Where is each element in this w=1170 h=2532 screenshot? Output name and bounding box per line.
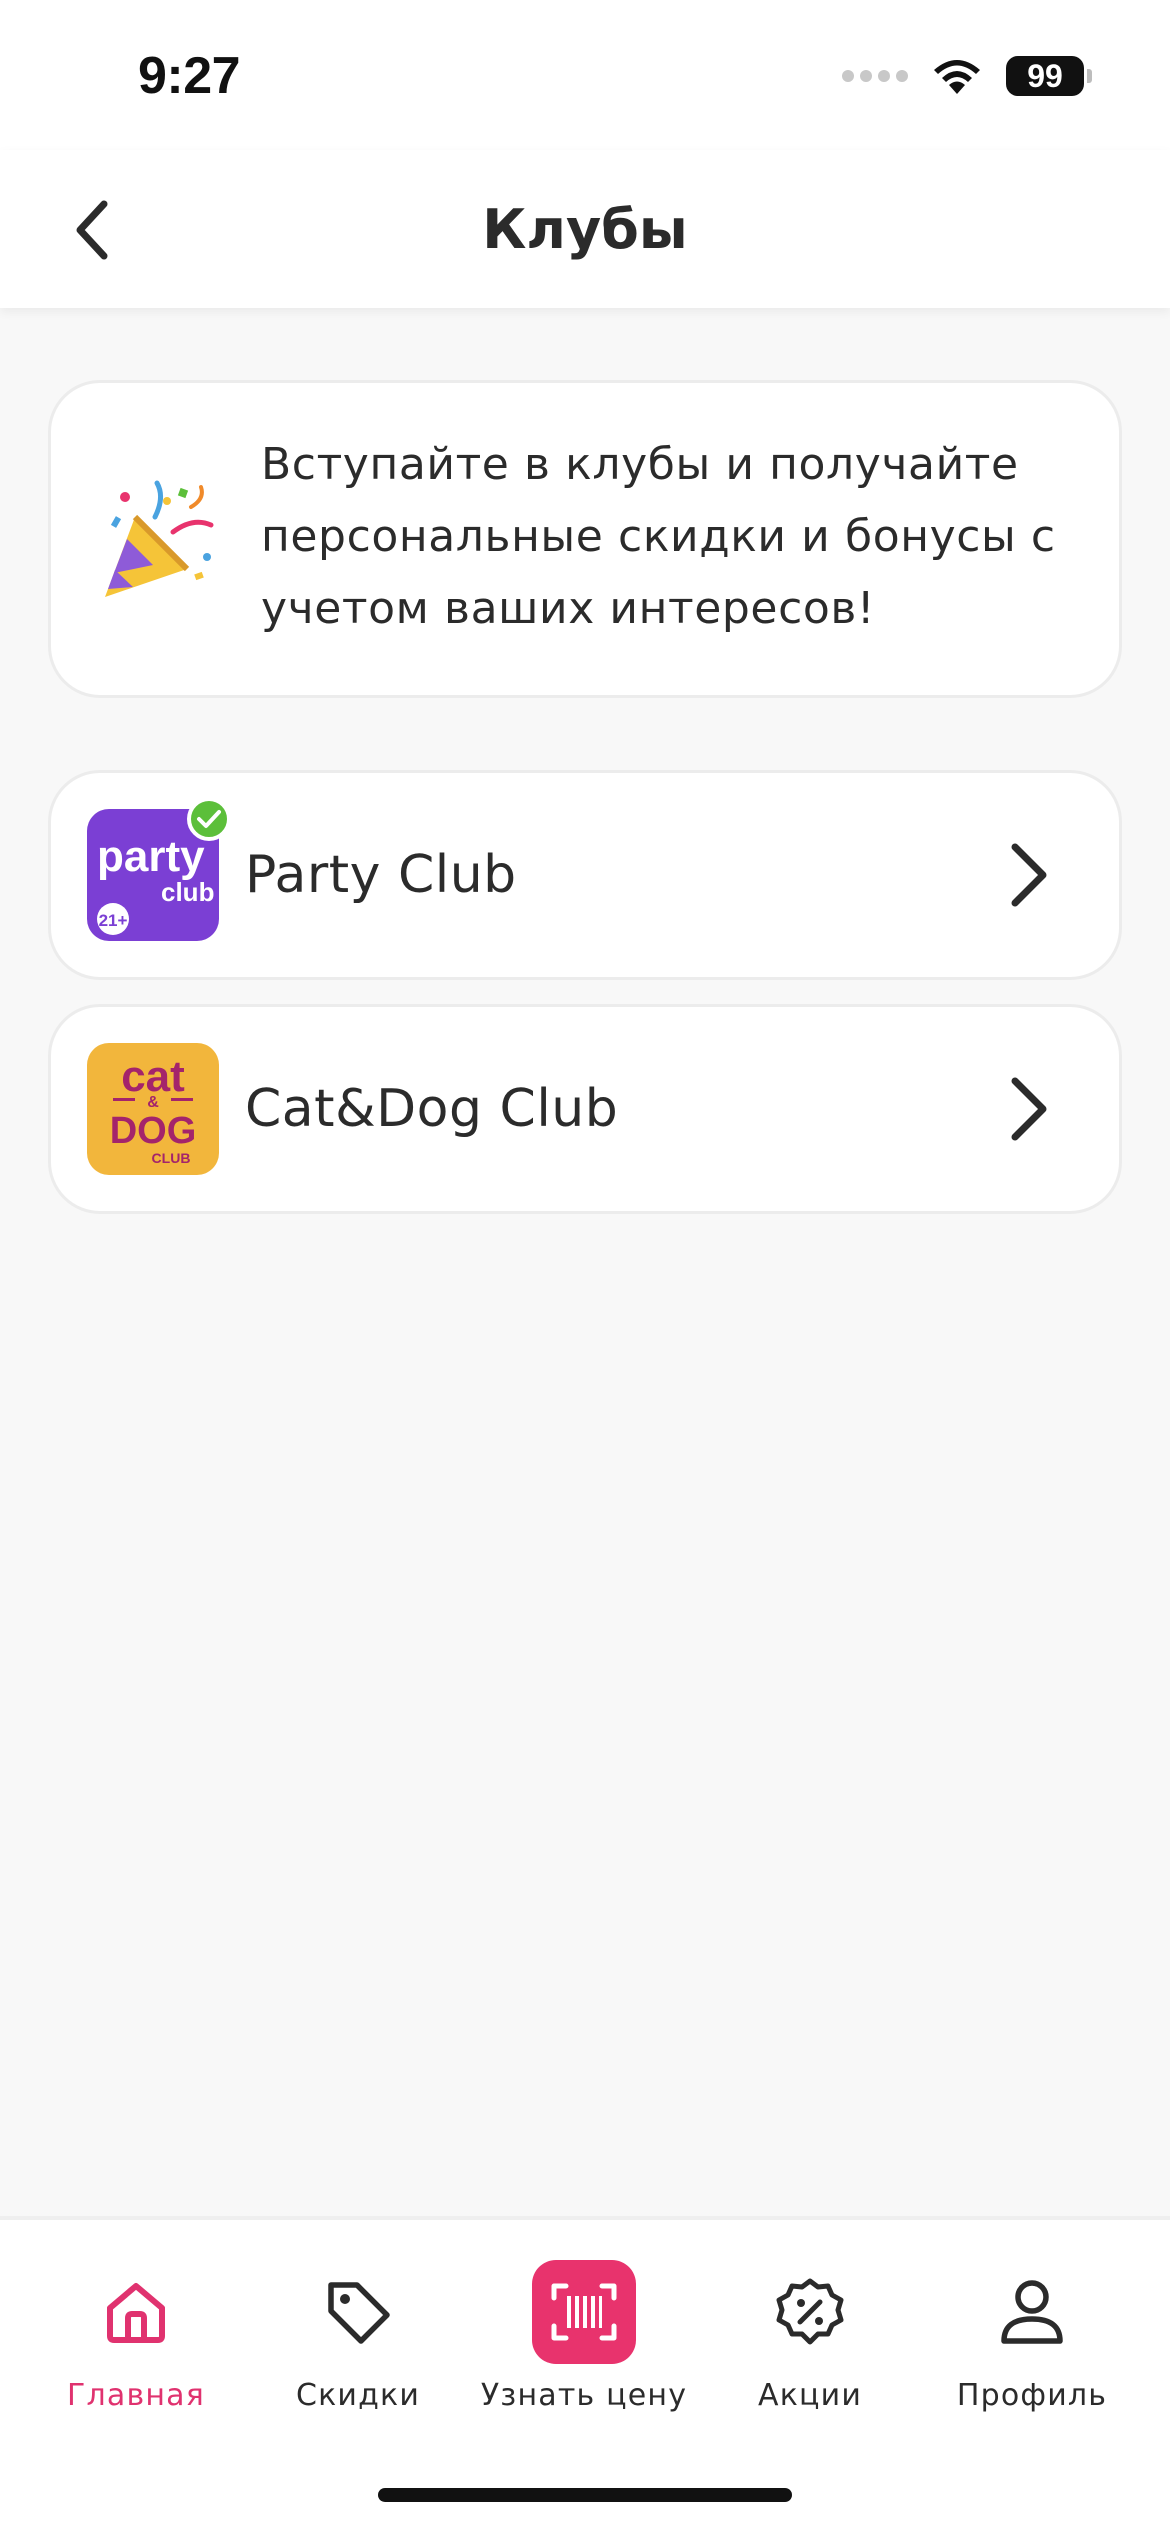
tab-label: Главная <box>67 2378 205 2413</box>
user-icon <box>980 2260 1084 2364</box>
joined-check-icon <box>187 797 231 841</box>
club-row-party[interactable]: party club 21+ Party Club <box>48 770 1122 980</box>
clubs-screen: 9:27 99 Клубы Вступайте в клубы и получа… <box>0 0 1170 2532</box>
club-name: Party Club <box>245 845 517 905</box>
club-row-catdog[interactable]: cat & DOG CLUB Cat&Dog Club <box>48 1004 1122 1214</box>
svg-text:club: club <box>161 877 214 907</box>
party-popper-icon <box>105 480 214 597</box>
percent-badge-icon <box>758 2260 862 2364</box>
svg-text:party: party <box>97 832 205 881</box>
svg-text:&: & <box>147 1094 159 1111</box>
chevron-right-icon <box>1011 1077 1047 1141</box>
svg-text:DOG: DOG <box>110 1110 197 1152</box>
tab-label: Скидки <box>295 2378 421 2413</box>
catdog-club-logo: cat & DOG CLUB <box>87 1043 219 1175</box>
battery-icon: 99 <box>1006 56 1092 96</box>
tab-home[interactable]: Главная <box>26 2260 246 2430</box>
wifi-icon <box>934 60 980 94</box>
barcode-scan-icon <box>532 2260 636 2364</box>
nav-header: Клубы <box>0 150 1170 308</box>
tab-price-check[interactable]: Узнать цену <box>474 2260 694 2430</box>
club-name: Cat&Dog Club <box>245 1079 619 1139</box>
home-indicator[interactable] <box>378 2488 792 2502</box>
tab-label: Узнать цену <box>480 2378 688 2413</box>
bottom-tab-bar: Главная Скидки Узнать цену Акции Профиль <box>0 2216 1170 2532</box>
tab-label: Профиль <box>956 2378 1108 2413</box>
svg-text:21+: 21+ <box>99 911 128 930</box>
clubs-info-card: Вступайте в клубы и получайте персональн… <box>48 380 1122 698</box>
page-title: Клубы <box>482 198 688 261</box>
battery-level: 99 <box>1006 56 1084 96</box>
tab-label: Акции <box>757 2378 863 2413</box>
tab-discounts[interactable]: Скидки <box>248 2260 468 2430</box>
status-time: 9:27 <box>138 47 241 105</box>
status-indicators: 99 <box>842 56 1092 96</box>
home-icon <box>84 2260 188 2364</box>
tab-profile[interactable]: Профиль <box>922 2260 1142 2430</box>
status-bar: 9:27 99 <box>0 0 1170 150</box>
info-text: Вступайте в клубы и получайте персональн… <box>261 439 1056 634</box>
chevron-right-icon <box>1011 843 1047 907</box>
tag-icon <box>306 2260 410 2364</box>
cellular-signal-icon <box>842 70 908 82</box>
svg-text:CLUB: CLUB <box>152 1150 191 1166</box>
tab-promos[interactable]: Акции <box>700 2260 920 2430</box>
